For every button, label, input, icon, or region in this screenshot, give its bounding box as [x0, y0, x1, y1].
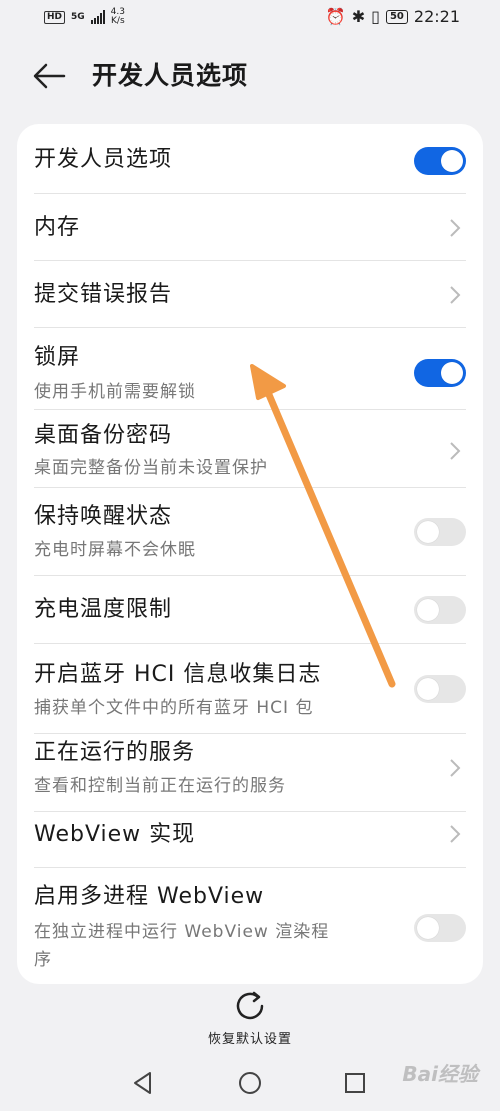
- setting-stay-awake[interactable]: 保持唤醒状态 充电时屏幕不会休眠: [34, 488, 466, 576]
- recents-square-icon[interactable]: [342, 1070, 368, 1096]
- setting-submit-bug-report[interactable]: 提交错误报告: [34, 261, 466, 328]
- restore-defaults-label: 恢复默认设置: [207, 1032, 292, 1047]
- hd-label: HD: [44, 10, 66, 24]
- restore-icon: [236, 991, 264, 1020]
- setting-subtitle-continued: 序: [34, 950, 52, 970]
- bluetooth-hci-log-toggle[interactable]: [414, 675, 466, 703]
- setting-developer-options[interactable]: 开发人员选项: [34, 124, 466, 194]
- back-triangle-icon[interactable]: [130, 1070, 156, 1096]
- network-speed: 4.3 K/s: [111, 8, 125, 26]
- toggle-knob: [417, 599, 439, 621]
- setting-webview-implementation[interactable]: WebView 实现: [34, 812, 466, 868]
- battery-icon: 50: [385, 9, 408, 24]
- setting-subtitle: 在独立进程中运行 WebView 渲染程: [34, 922, 330, 942]
- setting-desktop-backup-password[interactable]: 桌面备份密码 桌面完整备份当前未设置保护: [34, 410, 466, 488]
- status-bar: HD 5G 4.3 K/s ⏰ ✱ ▯ 50 22:21: [0, 0, 500, 36]
- vibrate-icon: ▯: [371, 7, 380, 26]
- setting-title: 启用多进程 WebView: [34, 884, 265, 909]
- setting-title: 充电温度限制: [34, 597, 173, 622]
- setting-title: WebView 实现: [34, 822, 196, 847]
- toggle-knob: [417, 521, 439, 543]
- lock-screen-toggle[interactable]: [414, 359, 466, 387]
- setting-title: 开启蓝牙 HCI 信息收集日志: [34, 662, 322, 687]
- setting-subtitle: 使用手机前需要解锁: [34, 382, 196, 402]
- setting-title: 开发人员选项: [34, 147, 173, 172]
- chevron-right-icon: [450, 759, 461, 777]
- developer-options-toggle[interactable]: [414, 147, 466, 175]
- stay-awake-toggle[interactable]: [414, 518, 466, 546]
- toggle-knob: [441, 150, 463, 172]
- signal-icon: [90, 10, 105, 24]
- chevron-right-icon: [450, 825, 461, 843]
- setting-charging-temp-limit[interactable]: 充电温度限制: [34, 576, 466, 644]
- baidu-watermark: Bai经验: [402, 1062, 478, 1086]
- setting-title: 内存: [34, 215, 81, 240]
- setting-lock-screen[interactable]: 锁屏 使用手机前需要解锁: [34, 328, 466, 410]
- screen: HD 5G 4.3 K/s ⏰ ✱ ▯ 50 22:21 开发人员选项 开发人员…: [0, 0, 500, 1111]
- setting-title: 锁屏: [34, 345, 81, 370]
- setting-running-services[interactable]: 正在运行的服务 查看和控制当前正在运行的服务: [34, 734, 466, 812]
- alarm-icon: ⏰: [325, 7, 346, 26]
- speed-unit: K/s: [111, 16, 125, 26]
- toggle-knob: [417, 917, 439, 939]
- status-left: HD 5G 4.3 K/s: [44, 8, 125, 26]
- back-arrow-icon[interactable]: [30, 56, 70, 96]
- setting-title: 桌面备份密码: [34, 423, 173, 448]
- setting-bluetooth-hci-log[interactable]: 开启蓝牙 HCI 信息收集日志 捕获单个文件中的所有蓝牙 HCI 包: [34, 644, 466, 734]
- setting-subtitle: 查看和控制当前正在运行的服务: [34, 776, 286, 796]
- charging-temp-limit-toggle[interactable]: [414, 596, 466, 624]
- setting-title: 提交错误报告: [34, 282, 173, 307]
- chevron-right-icon: [450, 442, 461, 460]
- bluetooth-icon: ✱: [351, 7, 366, 26]
- home-circle-icon[interactable]: [237, 1070, 263, 1096]
- signal-label: 5G: [71, 12, 85, 22]
- status-right: ⏰ ✱ ▯ 50 22:21: [326, 7, 460, 26]
- setting-memory[interactable]: 内存: [34, 194, 466, 261]
- setting-subtitle: 捕获单个文件中的所有蓝牙 HCI 包: [34, 698, 314, 718]
- setting-subtitle: 桌面完整备份当前未设置保护: [34, 458, 268, 478]
- multiprocess-webview-toggle[interactable]: [414, 914, 466, 942]
- chevron-right-icon: [450, 219, 461, 237]
- setting-multiprocess-webview[interactable]: 启用多进程 WebView 在独立进程中运行 WebView 渲染程 序: [34, 868, 466, 984]
- clock: 22:21: [413, 7, 460, 26]
- setting-title: 保持唤醒状态: [34, 504, 173, 529]
- restore-defaults-button[interactable]: 恢复默认设置: [0, 988, 500, 1048]
- chevron-right-icon: [450, 286, 461, 304]
- page-title: 开发人员选项: [92, 61, 249, 90]
- toggle-knob: [441, 362, 463, 384]
- settings-card: 开发人员选项 内存 提交错误报告 锁屏 使用手机前需要解锁 桌面备份密码 桌面完…: [17, 124, 483, 984]
- setting-title: 正在运行的服务: [34, 740, 196, 765]
- setting-subtitle: 充电时屏幕不会休眠: [34, 540, 196, 560]
- app-header: 开发人员选项: [0, 50, 500, 98]
- toggle-knob: [417, 678, 439, 700]
